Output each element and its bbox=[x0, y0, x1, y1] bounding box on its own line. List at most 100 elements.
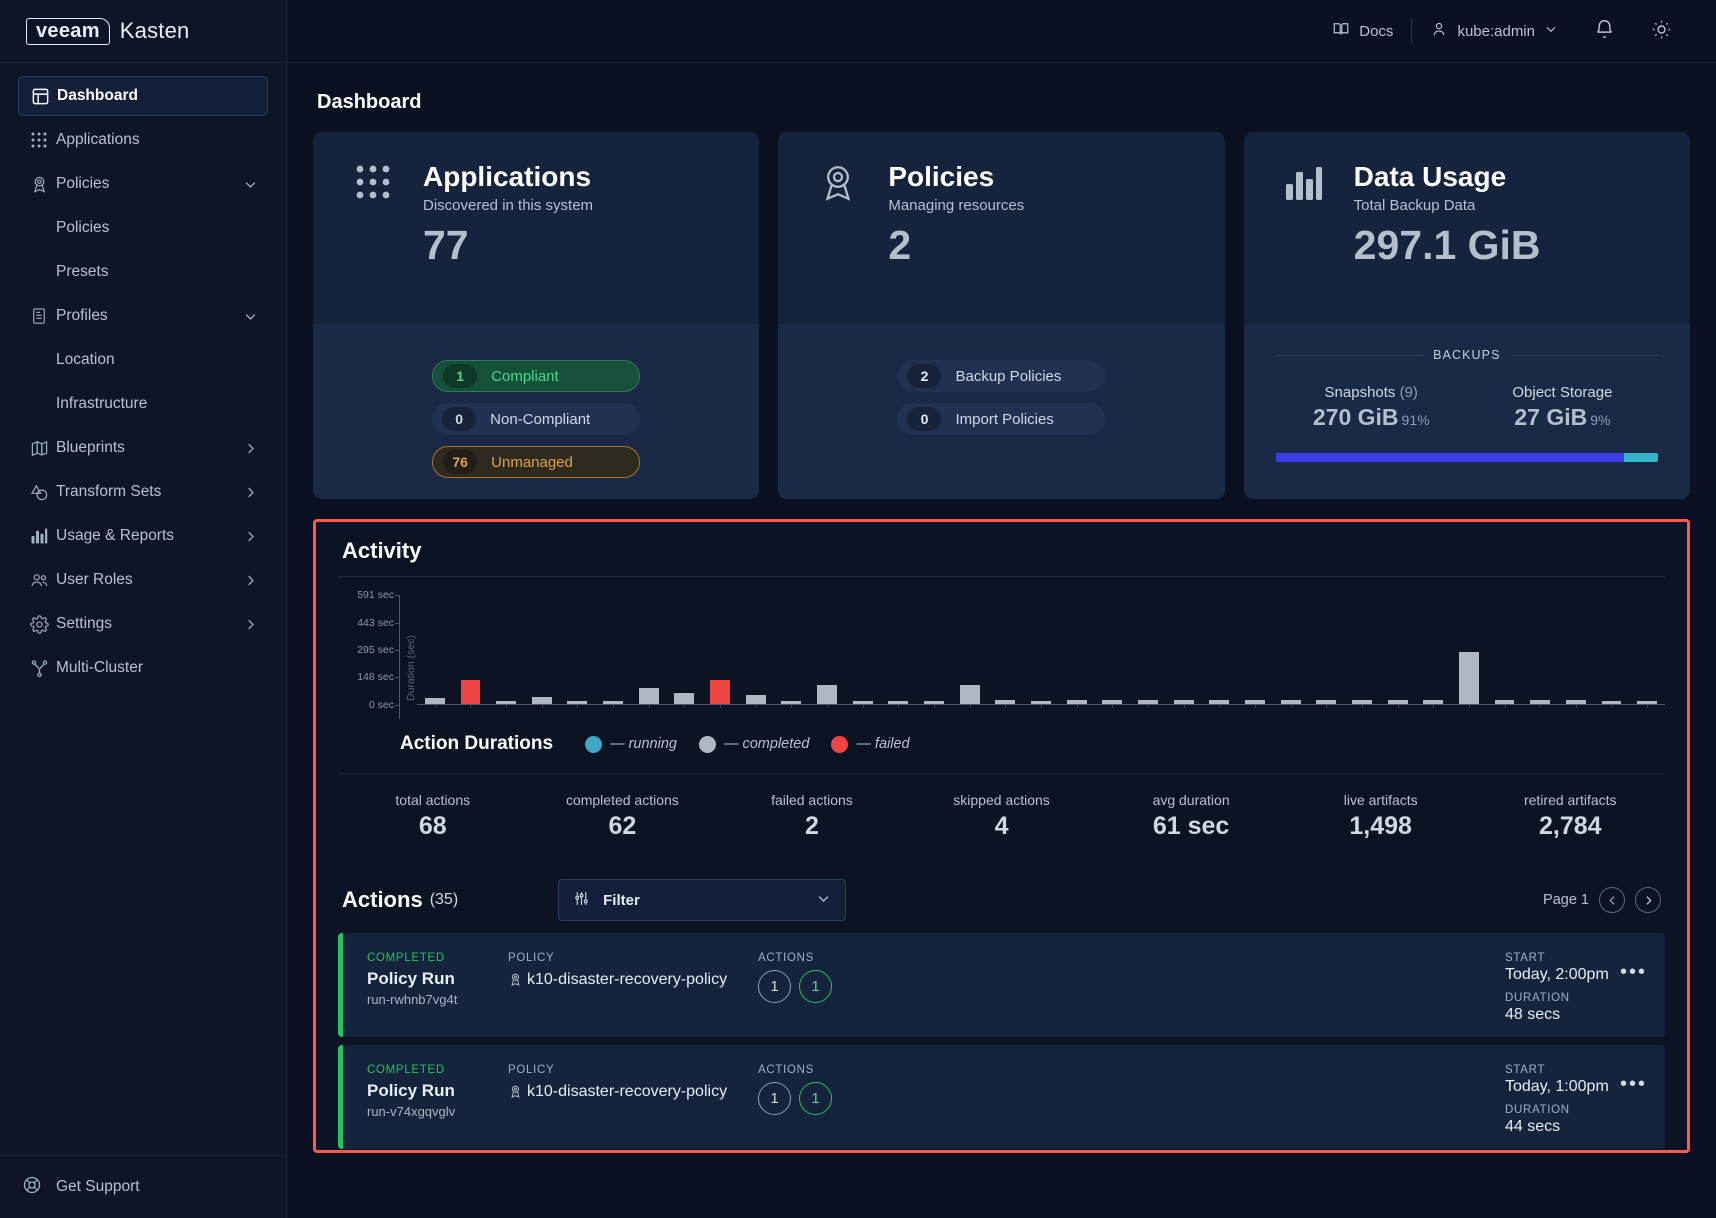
chart-bar-slot[interactable] bbox=[1130, 595, 1166, 708]
pill-unmanaged[interactable]: 76 Unmanaged bbox=[432, 446, 641, 478]
chart-bar[interactable] bbox=[638, 688, 659, 704]
sidebar-item-profiles[interactable]: Profiles bbox=[18, 296, 268, 336]
chart-bar-slot[interactable] bbox=[952, 595, 988, 708]
chevron-right-icon[interactable] bbox=[243, 617, 258, 632]
chart-bar-slot[interactable] bbox=[1415, 595, 1451, 708]
card-title: Applications bbox=[423, 161, 592, 192]
chart-bar-slot[interactable] bbox=[488, 595, 524, 708]
chart-bar[interactable] bbox=[959, 685, 980, 704]
chart-bar-slot[interactable] bbox=[845, 595, 881, 708]
sidebar-item-multi-cluster[interactable]: Multi-Cluster bbox=[18, 648, 268, 688]
card-applications[interactable]: Applications Discovered in this system 7… bbox=[313, 132, 760, 499]
sidebar-item-transform-sets[interactable]: Transform Sets bbox=[18, 472, 268, 512]
chevron-right-icon[interactable] bbox=[243, 441, 258, 456]
sidebar-item-applications[interactable]: Applications bbox=[18, 120, 268, 160]
policies-pill-list: 2 Backup Policies 0 Import Policies bbox=[810, 360, 1192, 435]
chart-bar-slot[interactable] bbox=[738, 595, 774, 708]
chevron-right-icon[interactable] bbox=[243, 485, 258, 500]
card-data-usage[interactable]: Data Usage Total Backup Data 297.1 GiB B… bbox=[1243, 132, 1690, 499]
chart-bar-slot[interactable] bbox=[1201, 595, 1237, 708]
pill-backup-policies[interactable]: 2 Backup Policies bbox=[897, 360, 1106, 392]
chart-bar[interactable] bbox=[1458, 651, 1479, 704]
chart-bar-slot[interactable] bbox=[453, 595, 489, 708]
policy-name[interactable]: k10-disaster-recovery-policy bbox=[527, 969, 727, 994]
table-row[interactable]: COMPLETED Policy Run run-v74xgqvglv POLICY k… bbox=[338, 1045, 1665, 1149]
sidebar-item-infrastructure[interactable]: Infrastructure bbox=[18, 384, 268, 424]
shapes-icon bbox=[30, 483, 56, 502]
chart-bar-slot[interactable] bbox=[1023, 595, 1059, 708]
chart-bar-slot[interactable] bbox=[560, 595, 596, 708]
pill-import-policies[interactable]: 0 Import Policies bbox=[897, 403, 1106, 435]
action-count-completed[interactable]: 1 bbox=[799, 970, 832, 1003]
chart-bar-slot[interactable] bbox=[1273, 595, 1309, 708]
policy-name[interactable]: k10-disaster-recovery-policy bbox=[527, 1081, 727, 1106]
chart-bar-slot[interactable] bbox=[1308, 595, 1344, 708]
more-icon[interactable]: ••• bbox=[1620, 961, 1647, 984]
chart-bar-slot[interactable] bbox=[1558, 595, 1594, 708]
user-menu-button[interactable]: kube:admin bbox=[1412, 20, 1576, 42]
action-count-completed[interactable]: 1 bbox=[799, 1082, 832, 1115]
sidebar-item-settings[interactable]: Settings bbox=[18, 604, 268, 644]
next-page-button[interactable] bbox=[1635, 887, 1661, 913]
prev-page-button[interactable] bbox=[1599, 887, 1625, 913]
chart-bar-slot[interactable] bbox=[1094, 595, 1130, 708]
sidebar-item-location[interactable]: Location bbox=[18, 340, 268, 380]
notifications-button[interactable] bbox=[1576, 19, 1633, 44]
sidebar-item-user-roles[interactable]: User Roles bbox=[18, 560, 268, 600]
chart-bar-slot[interactable] bbox=[417, 595, 453, 708]
chart-bar-slot[interactable] bbox=[1487, 595, 1523, 708]
chart-bar[interactable] bbox=[817, 685, 838, 704]
chevron-down-icon[interactable] bbox=[243, 309, 258, 324]
chart-bar-slot[interactable] bbox=[1237, 595, 1273, 708]
chart-bar-slot[interactable] bbox=[1344, 595, 1380, 708]
chart-bar-slot[interactable] bbox=[916, 595, 952, 708]
docs-button[interactable]: Docs bbox=[1314, 20, 1411, 42]
chevron-right-icon[interactable] bbox=[243, 573, 258, 588]
theme-toggle-button[interactable] bbox=[1633, 19, 1690, 44]
chart-bar-slot[interactable] bbox=[524, 595, 560, 708]
chart-bar-slot[interactable] bbox=[1451, 595, 1487, 708]
sidebar-item-dashboard[interactable]: Dashboard bbox=[18, 76, 268, 116]
chart-bar-slot[interactable] bbox=[1380, 595, 1416, 708]
chart-bar[interactable] bbox=[531, 696, 552, 704]
sidebar-item-blueprints[interactable]: Blueprints bbox=[18, 428, 268, 468]
chart-bar-slot[interactable] bbox=[631, 595, 667, 708]
chart-bar-slot[interactable] bbox=[1059, 595, 1095, 708]
sidebar-item-usage-reports[interactable]: Usage & Reports bbox=[18, 516, 268, 556]
chart-bar-slot[interactable] bbox=[1522, 595, 1558, 708]
sidebar-item-get-support[interactable]: Get Support bbox=[0, 1155, 286, 1218]
chart-bar-slot[interactable] bbox=[1594, 595, 1630, 708]
chart-bar[interactable] bbox=[674, 693, 695, 704]
chart-bar-slot[interactable] bbox=[774, 595, 810, 708]
card-policies[interactable]: Policies Managing resources 2 2 Backup Po… bbox=[778, 132, 1225, 499]
chart-bar-slot[interactable] bbox=[988, 595, 1024, 708]
chart-bar-slot[interactable] bbox=[1166, 595, 1202, 708]
sidebar-item-presets[interactable]: Presets bbox=[18, 252, 268, 292]
filter-dropdown[interactable]: Filter bbox=[558, 879, 847, 921]
y-axis-tick: 591 sec bbox=[357, 589, 400, 601]
chevron-down-icon[interactable] bbox=[243, 177, 258, 192]
chart-bar[interactable] bbox=[460, 679, 481, 704]
sidebar-item-policies[interactable]: Policies bbox=[18, 208, 268, 248]
pill-compliant[interactable]: 1 Compliant bbox=[432, 360, 641, 392]
action-count-total[interactable]: 1 bbox=[758, 970, 791, 1003]
chart-bar-slot[interactable] bbox=[702, 595, 738, 708]
pill-noncompliant[interactable]: 0 Non-Compliant bbox=[432, 403, 641, 435]
chart-bar-slot[interactable] bbox=[595, 595, 631, 708]
sidebar-item-policies[interactable]: Policies bbox=[18, 164, 268, 204]
pill-label: Compliant bbox=[491, 367, 559, 385]
chart-bar-slot[interactable] bbox=[881, 595, 917, 708]
chart-bar-slot[interactable] bbox=[667, 595, 703, 708]
sidebar-item-label: Infrastructure bbox=[56, 395, 148, 412]
chart-bar-slot[interactable] bbox=[1629, 595, 1665, 708]
brand-logo[interactable]: veeam Kasten bbox=[0, 0, 286, 63]
chevron-right-icon[interactable] bbox=[243, 529, 258, 544]
chart-bar[interactable] bbox=[710, 679, 731, 704]
chart-bar[interactable] bbox=[745, 695, 766, 704]
x-axis-tick bbox=[1468, 704, 1470, 708]
more-icon[interactable]: ••• bbox=[1620, 1073, 1647, 1096]
action-count-total[interactable]: 1 bbox=[758, 1082, 791, 1115]
legend-item: — completed bbox=[698, 735, 809, 753]
chart-bar-slot[interactable] bbox=[809, 595, 845, 708]
table-row[interactable]: COMPLETED Policy Run run-rwhnb7vg4t POLICY k… bbox=[338, 933, 1665, 1037]
